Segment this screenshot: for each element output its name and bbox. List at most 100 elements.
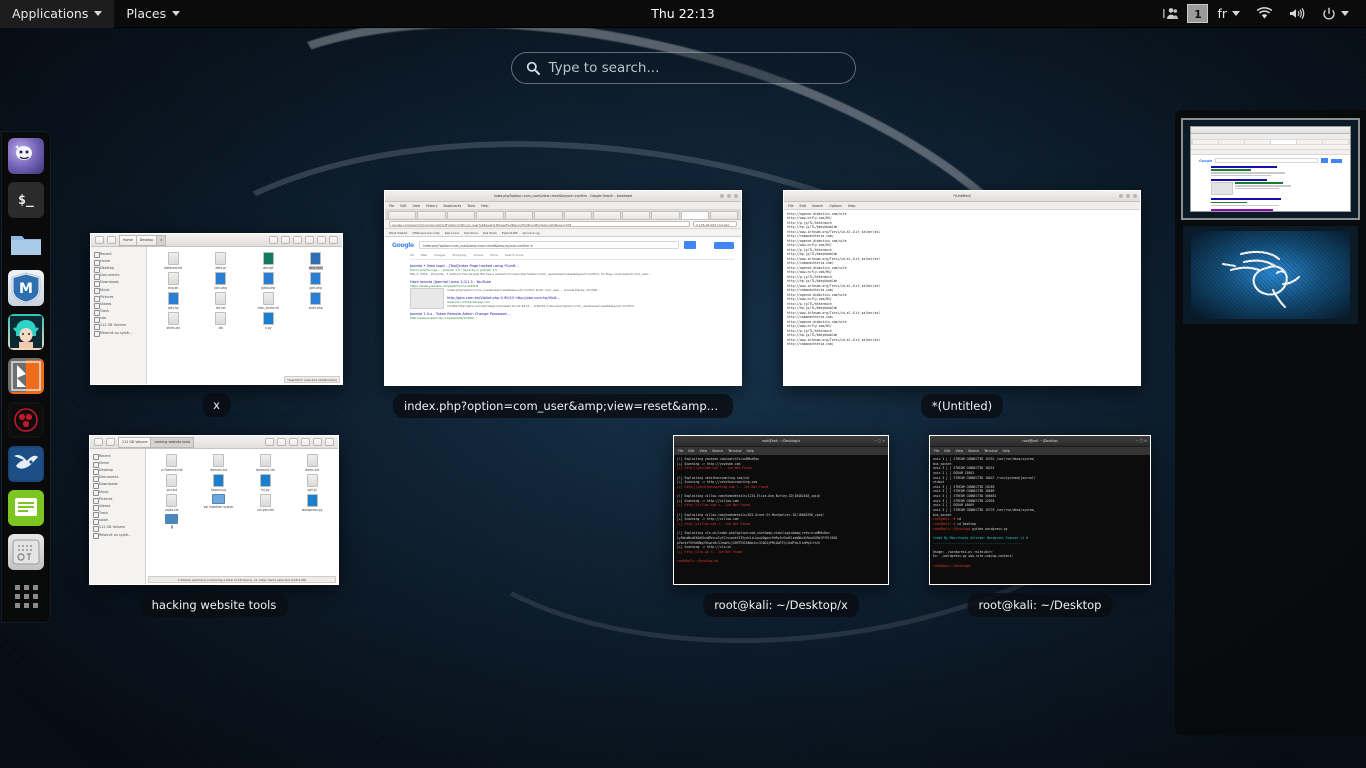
menu-item[interactable]: Edit (688, 449, 694, 453)
sidebar-place-item[interactable]: Music (90, 488, 145, 497)
google-nav-item[interactable]: More (490, 253, 497, 257)
menu-item[interactable]: File (788, 204, 794, 208)
sidebar-place-item[interactable]: Documents (90, 474, 145, 483)
dock-item-device-manager[interactable] (8, 534, 44, 570)
file-item[interactable]: joeol.php (245, 272, 292, 290)
menu-item[interactable]: Help (1003, 449, 1010, 453)
forward-button[interactable] (106, 438, 115, 446)
browser-search-field[interactable]: p:195.26.209.113:site (693, 220, 737, 228)
menu-item[interactable]: File (934, 449, 939, 453)
google-nav-item[interactable]: Web (421, 253, 428, 257)
sidebar-place-item[interactable]: 212 GB Volume (91, 322, 146, 331)
file-item[interactable]: shell.php (293, 292, 340, 310)
file-item[interactable]: lec.txt (198, 292, 245, 310)
file-item[interactable]: x (149, 514, 195, 529)
keyboard-layout-indicator[interactable]: fr (1210, 3, 1247, 24)
browser-tab[interactable] (388, 211, 417, 219)
dock-item-leafpad[interactable] (8, 490, 44, 526)
menu-item[interactable]: Edit (800, 204, 806, 208)
bookmark-item[interactable]: Aircrack-ng (522, 231, 539, 235)
file-item[interactable]: dev.gif (245, 252, 292, 270)
workspace-indicator[interactable]: 1 (1187, 4, 1209, 23)
sidebar-place-item[interactable]: Downloads (90, 481, 145, 490)
back-button[interactable] (95, 236, 104, 244)
address-bar[interactable]: google.com/search?q=index.php%3Foption%3… (389, 220, 690, 228)
browser-tab-active[interactable] (680, 211, 709, 219)
volume-indicator[interactable] (1282, 4, 1313, 23)
sidebar-place-item[interactable]: Desktop (90, 466, 145, 475)
back-button[interactable] (94, 438, 103, 446)
dock-item-burpsuite[interactable] (8, 358, 44, 394)
browser-tab[interactable] (592, 211, 621, 219)
menu-item[interactable]: View (700, 449, 708, 453)
menu-item[interactable]: Search (812, 204, 823, 208)
dock-item-terminal[interactable]: $_ (8, 182, 44, 218)
google-nav-item[interactable]: Videos (473, 253, 483, 257)
sidebar-place-item[interactable]: Pictures (91, 293, 146, 302)
browser-tab[interactable] (534, 211, 563, 219)
sign-in-button[interactable] (714, 241, 734, 249)
menu-item[interactable]: Terminal (728, 449, 741, 453)
breadcrumb-desktop[interactable]: Desktop (135, 234, 157, 246)
show-applications-button[interactable] (8, 578, 44, 614)
menu-item[interactable]: History (426, 204, 437, 208)
users-indicator[interactable] (1156, 4, 1185, 23)
google-search-button[interactable] (684, 241, 696, 249)
workspace-thumbnail-2[interactable] (1183, 226, 1358, 324)
menu-item[interactable]: Search (712, 449, 723, 453)
search-input[interactable]: Type to search... (510, 52, 856, 84)
file-item[interactable]: Search.py (196, 474, 242, 492)
file-item[interactable]: dorks.txt (289, 454, 335, 472)
leafpad-text-area[interactable]: http://agence-didactics.com/site http://w… (784, 210, 1140, 385)
window-thumbnail-nautilus-desktop[interactable]: Home Desktop x Recent Home Desktop Document… (90, 233, 343, 417)
dock-item-beef[interactable] (8, 446, 44, 482)
breadcrumb-volume[interactable]: 212 GB Volume (118, 436, 151, 448)
minimize-button[interactable] (305, 236, 314, 244)
file-item[interactable]: inj.py (243, 474, 289, 492)
menu-item[interactable]: Help (481, 204, 488, 208)
browser-tab[interactable] (446, 211, 475, 219)
file-item[interactable]: joel.php (198, 272, 245, 290)
menu-item[interactable]: Tools (467, 204, 475, 208)
view-toggle-button[interactable] (277, 438, 286, 446)
bookmark-item[interactable]: Exploit-DB (502, 231, 518, 235)
browser-tab[interactable] (563, 211, 592, 219)
menu-item[interactable]: View (956, 449, 964, 453)
sidebar-place-item[interactable]: Pictures (90, 495, 145, 504)
bookmark-item[interactable]: Most Visited (389, 231, 407, 235)
sidebar-place-item[interactable]: Réservé au systè... (90, 531, 145, 540)
close-button[interactable] (329, 236, 338, 244)
google-search-input[interactable]: index.php?option=com_user&amp;view=reset… (418, 241, 679, 249)
breadcrumb-home[interactable]: Home (119, 234, 136, 246)
sidebar-place-item[interactable]: Downloads (91, 279, 146, 288)
menu-item[interactable]: File (389, 204, 394, 208)
window-thumbnail-terminal-x[interactable]: root@kali: ~/Desktop/x − □ × File Edit Vie… (673, 435, 889, 617)
maximize-button[interactable] (313, 438, 322, 446)
menu-item[interactable]: Bookmarks (443, 204, 461, 208)
file-item[interactable]: domain.txt (196, 454, 242, 472)
sidebar-place-item[interactable]: Desktop (91, 264, 146, 273)
search-button[interactable] (265, 438, 274, 446)
file-item[interactable]: x.py (245, 312, 292, 330)
file-item[interactable]: defaced.txt (150, 252, 197, 270)
sidebar-place-item[interactable]: Trash (90, 510, 145, 519)
search-button[interactable] (269, 236, 278, 244)
dock-item-metasploit[interactable]: M (8, 270, 44, 306)
menu-item[interactable]: File (678, 449, 683, 453)
sidebar-place-item[interactable]: Recent (90, 452, 145, 461)
menu-item[interactable]: Edit (944, 449, 950, 453)
file-item[interactable]: exp.sh (150, 272, 197, 290)
window-thumbnail-leafpad[interactable]: *(Untitled) File Edit Search Options Help ht… (783, 190, 1141, 418)
file-item[interactable]: gru.txt (149, 474, 195, 492)
file-item[interactable]: domain2.txt (243, 454, 289, 472)
google-nav-item[interactable]: Shopping (452, 253, 466, 257)
sidebar-place-item[interactable]: Trash (91, 308, 146, 317)
file-item[interactable]: shels.txt (150, 312, 197, 330)
menu-item[interactable]: Options (829, 204, 842, 208)
forward-button[interactable] (107, 236, 116, 244)
file-item[interactable]: sqlex.txt (149, 494, 195, 512)
menu-button[interactable] (293, 236, 302, 244)
bookmark-item[interactable]: Kali Linux (445, 231, 459, 235)
power-menu[interactable] (1315, 4, 1356, 24)
menu-item[interactable]: Search (968, 449, 979, 453)
